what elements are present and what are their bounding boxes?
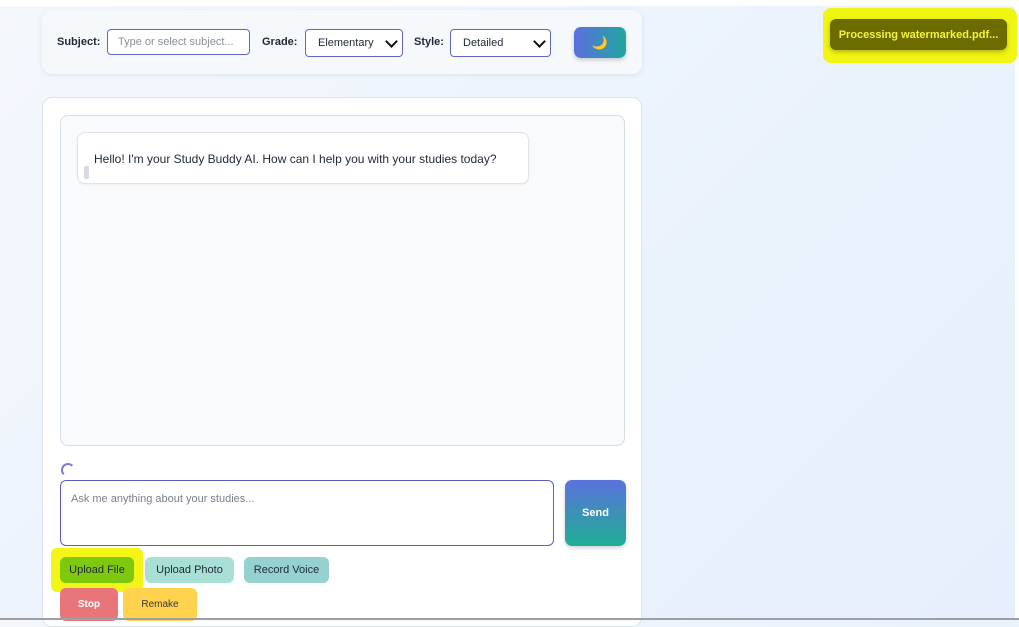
- stop-button[interactable]: Stop: [60, 588, 118, 621]
- remake-button[interactable]: Remake: [123, 588, 197, 621]
- theme-toggle-button[interactable]: 🌙: [574, 27, 626, 58]
- grade-select-value: Elementary: [318, 37, 374, 49]
- grade-label: Grade:: [262, 36, 298, 48]
- upload-photo-button[interactable]: Upload Photo: [145, 557, 234, 583]
- chat-card: Hello! I'm your Study Buddy AI. How can …: [42, 97, 642, 627]
- chevron-down-icon: [533, 35, 546, 48]
- settings-bar: Subject: Grade: Elementary Style: Detail…: [42, 10, 642, 74]
- assistant-message: Hello! I'm your Study Buddy AI. How can …: [77, 132, 529, 184]
- moon-icon: 🌙: [591, 34, 609, 50]
- style-select[interactable]: Detailed: [450, 29, 551, 57]
- question-input[interactable]: [60, 480, 554, 546]
- message-text: Hello! I'm your Study Buddy AI. How can …: [94, 152, 497, 166]
- message-indicator: [84, 166, 89, 179]
- chevron-down-icon: [385, 35, 398, 48]
- chat-messages: Hello! I'm your Study Buddy AI. How can …: [60, 115, 625, 446]
- top-strip: [0, 0, 1019, 6]
- grade-select[interactable]: Elementary: [305, 29, 403, 57]
- record-voice-button[interactable]: Record Voice: [244, 557, 329, 583]
- send-button[interactable]: Send: [565, 480, 626, 546]
- loading-spinner-icon: [61, 463, 75, 477]
- processing-toast: Processing watermarked.pdf...: [830, 19, 1007, 50]
- style-label: Style:: [414, 36, 444, 48]
- subject-label: Subject:: [57, 36, 101, 48]
- style-select-value: Detailed: [463, 37, 504, 49]
- upload-file-button[interactable]: Upload File: [60, 557, 134, 583]
- subject-input[interactable]: [107, 29, 250, 55]
- right-edge: [1015, 0, 1019, 620]
